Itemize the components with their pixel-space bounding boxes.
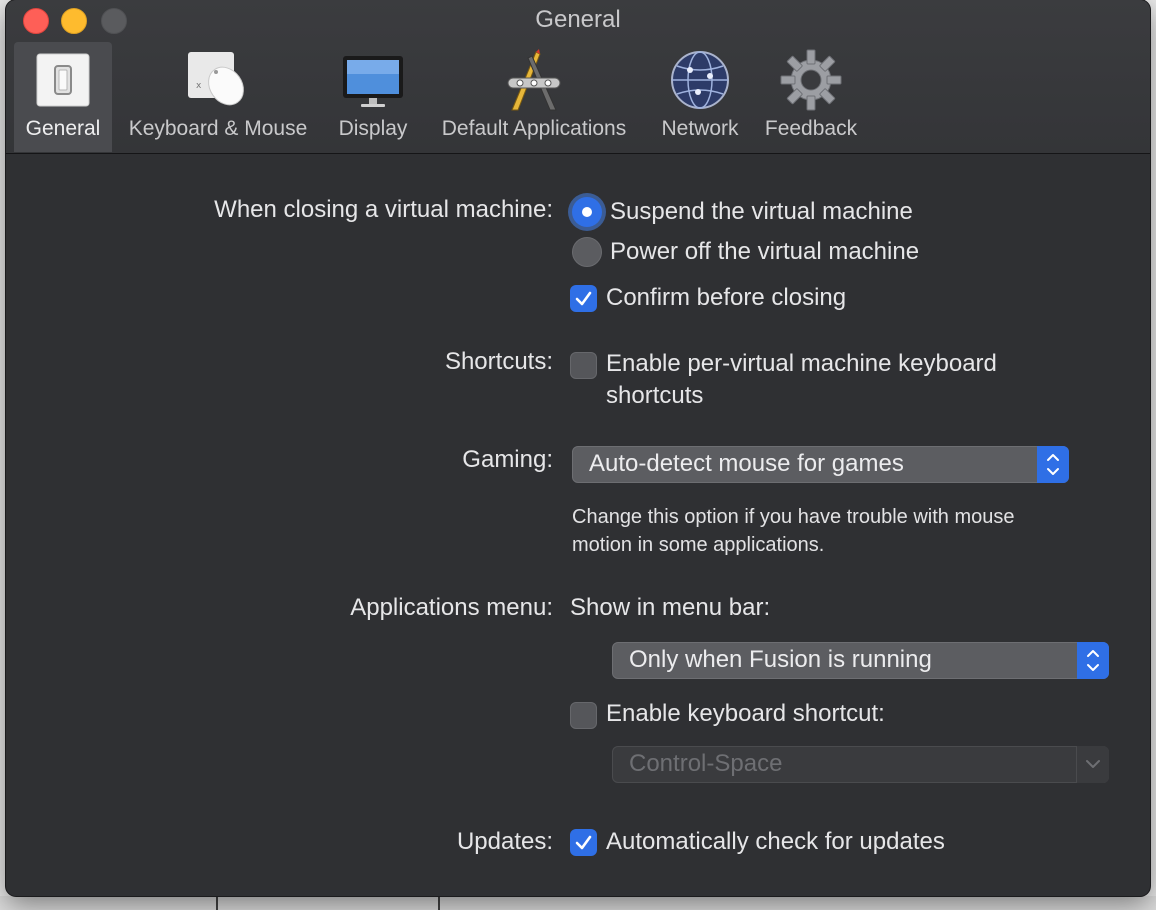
- poweroff-radio[interactable]: [572, 237, 602, 267]
- gaming-popup-value: Auto-detect mouse for games: [589, 450, 904, 477]
- tools-icon: [507, 49, 561, 111]
- gaming-label: Gaming:: [462, 446, 553, 473]
- tab-label: Default Applications: [441, 117, 627, 140]
- confirm-closing-label[interactable]: Confirm before closing: [606, 284, 846, 312]
- tab-label: Display: [338, 117, 408, 140]
- suspend-radio[interactable]: [572, 197, 602, 227]
- gaming-hint-line2: motion in some applications.: [572, 534, 825, 556]
- tab-display[interactable]: Display: [326, 42, 420, 152]
- confirm-closing-checkbox[interactable]: [570, 285, 597, 312]
- popup-stepper-icon: [1077, 642, 1109, 679]
- per-vm-shortcuts-checkbox[interactable]: [570, 352, 597, 379]
- mouse-icon: x: [188, 52, 244, 106]
- keyboard-shortcut-checkbox[interactable]: [570, 702, 597, 729]
- applications-menu-label: Applications menu:: [350, 594, 553, 621]
- gaming-popup[interactable]: Auto-detect mouse for games: [572, 446, 1069, 483]
- switch-icon: [36, 53, 90, 107]
- titlebar: General General x Keyboard & Mouse Displ…: [6, 0, 1150, 154]
- background-divider: [216, 896, 218, 910]
- tab-keyboard-mouse[interactable]: x Keyboard & Mouse: [118, 42, 318, 152]
- tab-network[interactable]: Network: [652, 42, 748, 152]
- updates-label: Updates:: [456, 828, 553, 855]
- chevron-down-icon: [1076, 746, 1109, 783]
- auto-update-label[interactable]: Automatically check for updates: [606, 828, 945, 856]
- per-vm-shortcuts-label[interactable]: Enable per-virtual machine keyboard: [606, 350, 997, 378]
- tab-label: General: [25, 117, 101, 140]
- popup-stepper-icon: [1037, 446, 1069, 483]
- globe-icon: [671, 51, 729, 109]
- checkmark-icon: [575, 835, 592, 850]
- per-vm-shortcuts-label-line2[interactable]: shortcuts: [606, 382, 703, 410]
- poweroff-option-label[interactable]: Power off the virtual machine: [610, 238, 919, 266]
- show-in-menu-bar-label: Show in menu bar:: [570, 594, 771, 621]
- shortcut-popup: Control-Space: [612, 746, 1109, 783]
- tab-label: Network: [661, 117, 739, 140]
- checkmark-icon: [575, 291, 592, 306]
- tab-label: Keyboard & Mouse: [128, 117, 308, 140]
- tab-feedback[interactable]: Feedback: [754, 42, 868, 152]
- auto-update-checkbox[interactable]: [570, 829, 597, 856]
- background-window: [0, 896, 1156, 910]
- preferences-window: General General x Keyboard & Mouse Displ…: [6, 0, 1150, 896]
- gear-icon: [780, 49, 842, 111]
- background-divider: [438, 896, 440, 910]
- svg-text:x: x: [196, 81, 202, 91]
- monitor-icon: [343, 56, 403, 107]
- gaming-hint: Change this option if you have trouble w…: [572, 503, 1132, 559]
- gaming-hint-line1: Change this option if you have trouble w…: [572, 506, 1015, 528]
- window-title: General: [535, 6, 621, 33]
- suspend-option-label[interactable]: Suspend the virtual machine: [610, 198, 913, 226]
- tab-label: Feedback: [764, 117, 858, 140]
- keyboard-shortcut-label[interactable]: Enable keyboard shortcut:: [606, 700, 885, 728]
- closing-label: When closing a virtual machine:: [214, 196, 553, 223]
- menu-bar-popup-value: Only when Fusion is running: [629, 646, 932, 673]
- shortcuts-label: Shortcuts:: [444, 348, 553, 375]
- tab-general[interactable]: General: [14, 42, 112, 152]
- tab-default-applications[interactable]: Default Applications: [424, 42, 644, 152]
- menu-bar-popup[interactable]: Only when Fusion is running: [612, 642, 1109, 679]
- shortcut-popup-value: Control-Space: [629, 750, 783, 777]
